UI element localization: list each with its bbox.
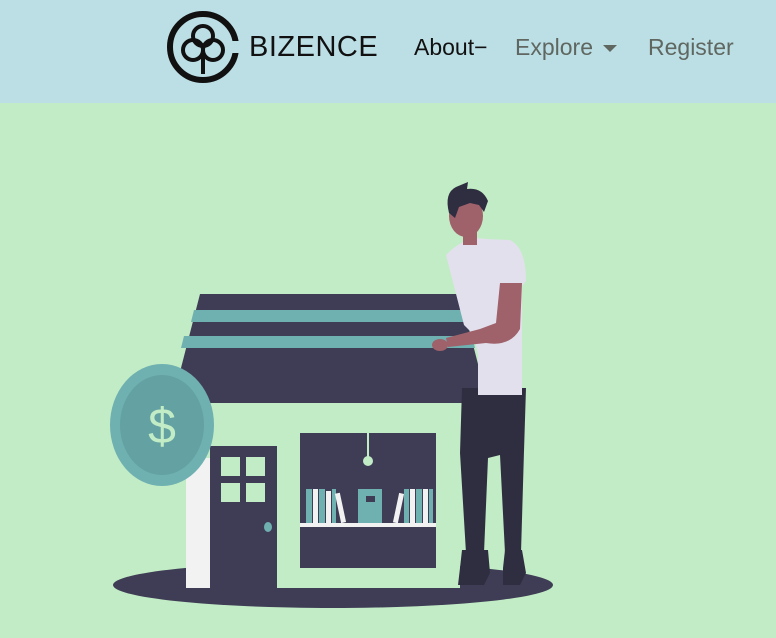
brand-link[interactable]: BIZENCE bbox=[166, 10, 378, 84]
brand-name: BIZENCE bbox=[249, 30, 379, 63]
hero-illustration: $ bbox=[110, 182, 553, 608]
brand-logo-icon bbox=[167, 11, 240, 83]
nav-explore-label: Explore bbox=[515, 34, 593, 60]
shop-window-icon bbox=[300, 433, 436, 568]
coin-symbol: $ bbox=[148, 398, 176, 454]
house-left-wall bbox=[186, 458, 210, 588]
dollar-coin-icon: $ bbox=[110, 364, 214, 486]
nav-register-link[interactable]: Register bbox=[648, 34, 734, 61]
door-icon bbox=[210, 446, 277, 588]
nav-about-link[interactable]: About− bbox=[414, 34, 488, 61]
navbar: BIZENCE About− Explore Register bbox=[0, 0, 776, 103]
chevron-down-icon bbox=[602, 45, 617, 52]
nav-explore-dropdown[interactable]: Explore bbox=[515, 34, 617, 61]
